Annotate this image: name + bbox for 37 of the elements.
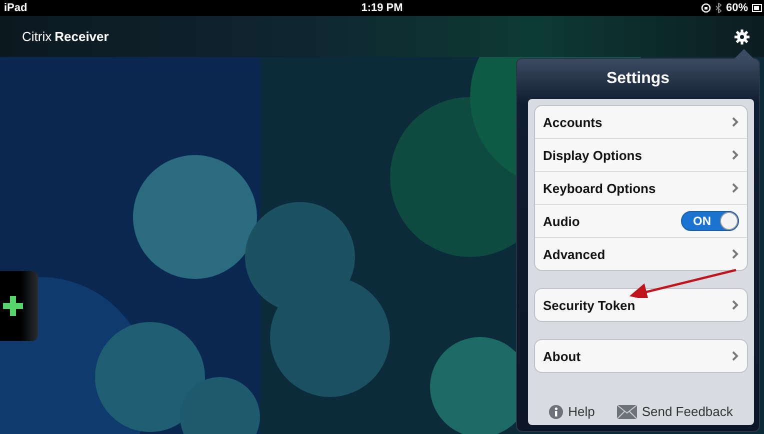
- plus-icon: [3, 296, 23, 316]
- app-logo: Citrix Receiver: [22, 29, 109, 44]
- settings-row[interactable]: Accounts: [535, 106, 747, 138]
- row-label: Display Options: [543, 148, 642, 162]
- row-label: Keyboard Options: [543, 180, 656, 196]
- add-tab[interactable]: [0, 271, 38, 341]
- chevron-icon: [732, 117, 739, 127]
- settings-row[interactable]: Display Options: [535, 138, 747, 171]
- battery-icon: [752, 4, 762, 12]
- device-name: iPad: [4, 2, 28, 14]
- chevron-icon: [732, 300, 739, 310]
- battery-percent: 60%: [726, 2, 748, 14]
- settings-row[interactable]: About: [535, 340, 747, 372]
- toggle-switch[interactable]: ON: [681, 211, 739, 231]
- settings-icon[interactable]: [734, 28, 750, 44]
- footer-link[interactable]: Send Feedback: [616, 404, 733, 419]
- row-label: Audio: [543, 214, 580, 228]
- row-label: Security Token: [543, 298, 636, 312]
- row-label: Accounts: [543, 114, 602, 130]
- row-label: About: [543, 348, 581, 364]
- chevron-icon: [732, 183, 739, 193]
- settings-row[interactable]: Security Token: [535, 289, 747, 321]
- row-label: Advanced: [543, 246, 606, 262]
- settings-row[interactable]: Audio ON: [535, 204, 747, 237]
- chevron-icon: [732, 351, 739, 361]
- chevron-icon: [732, 150, 739, 160]
- footer-link[interactable]: Help: [549, 404, 595, 419]
- envelope-icon: [616, 404, 637, 418]
- rotation-lock-icon: [700, 3, 711, 13]
- info-icon: [549, 404, 564, 418]
- popover-arrow-icon: [734, 49, 754, 59]
- settings-row[interactable]: Keyboard Options: [535, 171, 747, 204]
- settings-row[interactable]: Advanced: [535, 237, 747, 270]
- bluetooth-icon: [714, 3, 722, 13]
- popover-title: Settings: [605, 69, 671, 89]
- chevron-icon: [732, 249, 739, 259]
- status-time: 1:19 PM: [361, 2, 403, 14]
